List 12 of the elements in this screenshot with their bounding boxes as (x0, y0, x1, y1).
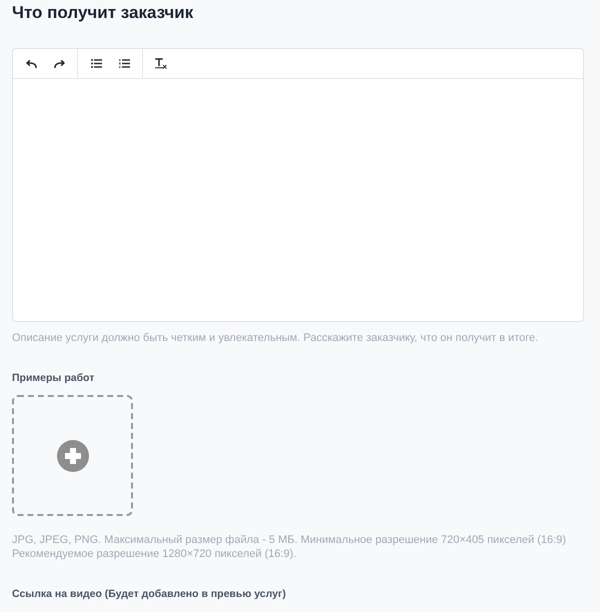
file-requirements-text: JPG, JPEG, PNG. Максимальный размер файла - 5 МБ. Минимальное разрешение 720×405 пикселей (16:9) Рекомендуемое разрешение 1280×720 пикселей (16:9). (12, 533, 567, 561)
clear-formatting-icon (155, 58, 167, 69)
description-hint: Описание услуги должно быть четким и увлекательным. Расскажите заказчику, что он получит в итоге. (12, 331, 540, 346)
add-icon (56, 440, 88, 472)
undo-arrow-icon (26, 60, 36, 68)
redo-arrow-icon (54, 60, 64, 68)
video-link-label: Ссылка на видео (Будет добавлено в превью услуг) (12, 587, 286, 602)
bullet-list-icon (90, 59, 102, 68)
examples-label: Примеры работ (12, 371, 94, 386)
numbered-list-icon (118, 59, 130, 68)
section-title: Что получит заказчик (12, 2, 194, 24)
image-upload-tile[interactable] (12, 395, 133, 516)
